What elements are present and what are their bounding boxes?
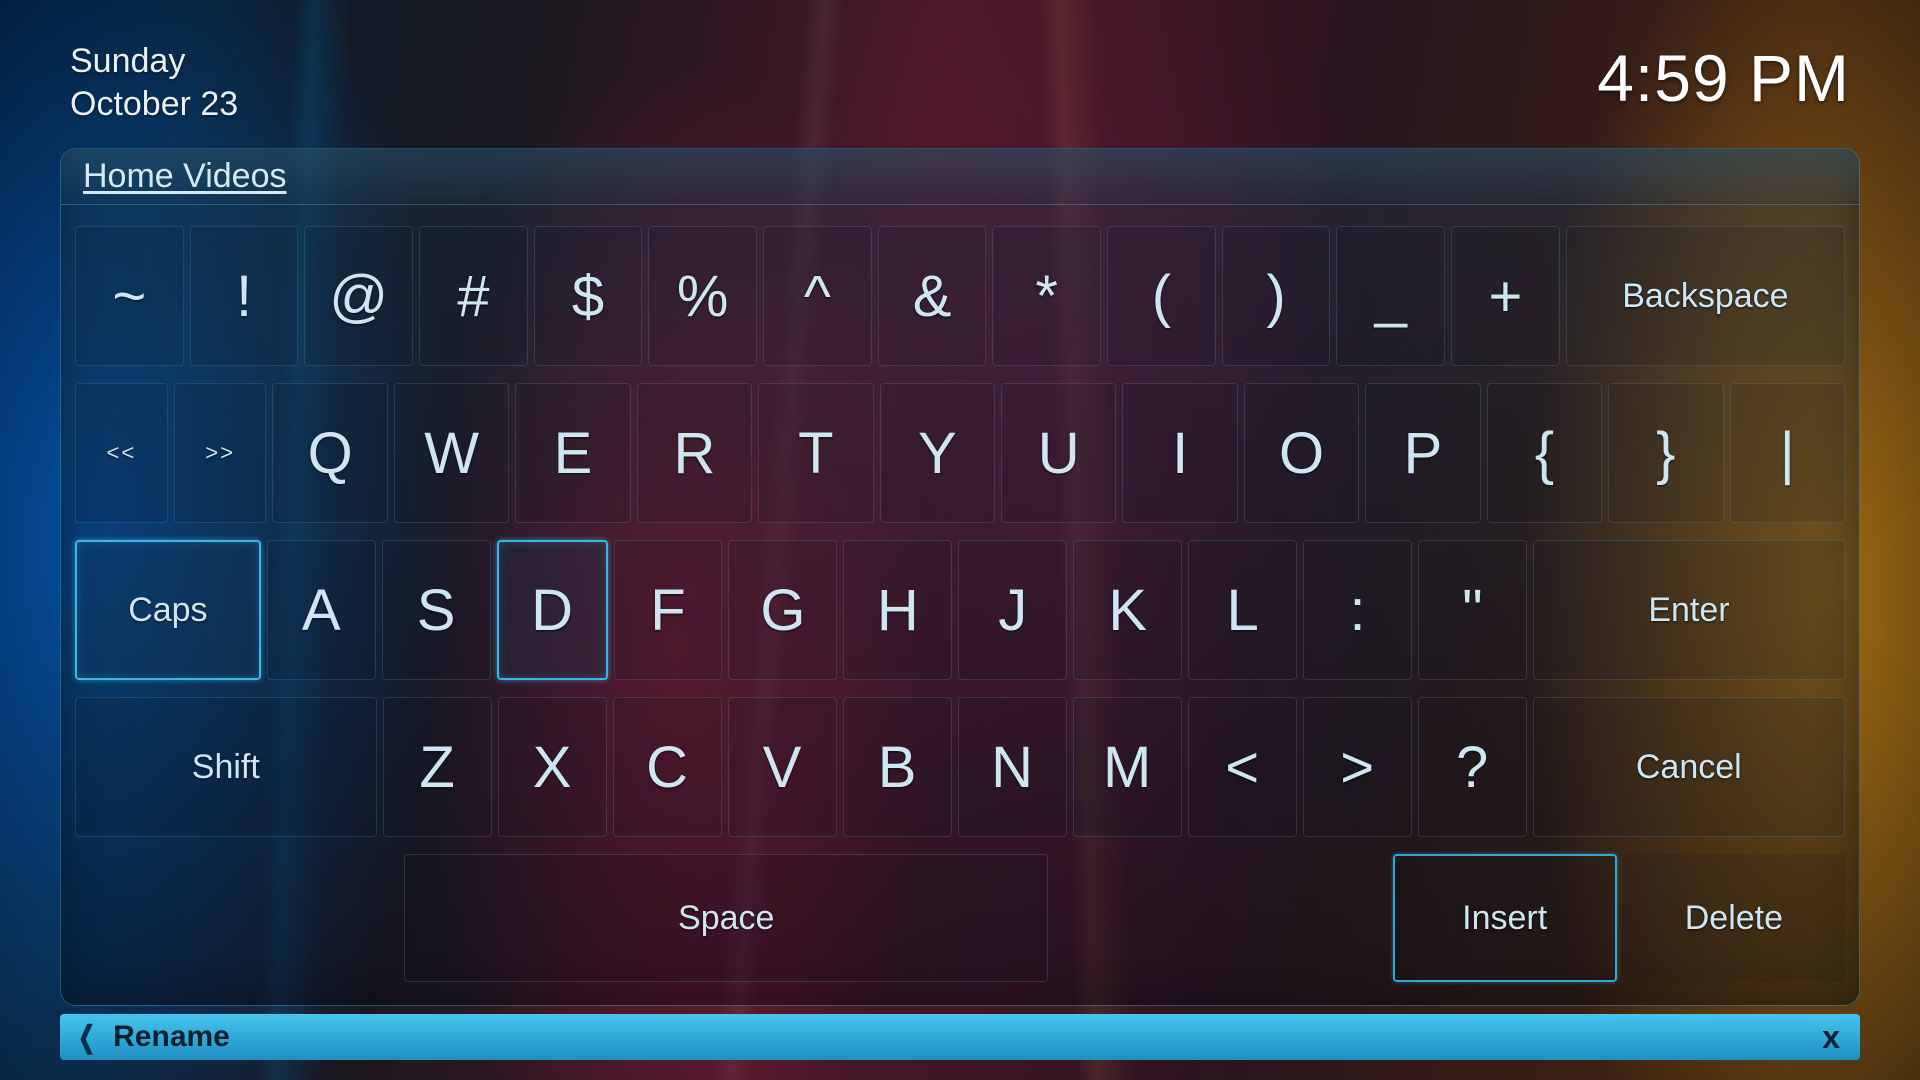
onscreen-keyboard: ~ ! @ # $ % ^ & * ( ) _ + Backspace << >…	[61, 205, 1859, 995]
key-percent[interactable]: %	[648, 226, 757, 366]
key-w[interactable]: W	[394, 383, 509, 523]
key-hash[interactable]: #	[419, 226, 528, 366]
clock-label: 4:59 PM	[1597, 40, 1850, 116]
key-h[interactable]: H	[843, 540, 952, 680]
key-r[interactable]: R	[637, 383, 752, 523]
key-q[interactable]: Q	[272, 383, 387, 523]
key-space[interactable]: Space	[404, 854, 1048, 982]
footer-label: Rename	[113, 1020, 230, 1054]
date-block: Sunday October 23	[70, 40, 238, 125]
close-button[interactable]: x	[1822, 1019, 1840, 1056]
key-y[interactable]: Y	[880, 383, 995, 523]
keyboard-row-5: Space Insert Delete	[75, 854, 1845, 982]
key-lbrace[interactable]: {	[1487, 383, 1602, 523]
text-input-value: Home Videos	[83, 157, 287, 196]
date-label: October 23	[70, 83, 238, 126]
key-star[interactable]: *	[992, 226, 1101, 366]
key-plus[interactable]: +	[1451, 226, 1560, 366]
key-colon[interactable]: :	[1303, 540, 1412, 680]
header: Sunday October 23 4:59 PM	[70, 40, 1850, 125]
footer-back[interactable]: ❮ Rename	[74, 1020, 230, 1055]
key-s[interactable]: S	[382, 540, 491, 680]
key-p[interactable]: P	[1365, 383, 1480, 523]
key-tab-left[interactable]: <<	[75, 383, 168, 523]
key-rbrace[interactable]: }	[1608, 383, 1723, 523]
blank-left	[75, 854, 398, 982]
key-u[interactable]: U	[1001, 383, 1116, 523]
keyboard-row-1: ~ ! @ # $ % ^ & * ( ) _ + Backspace	[75, 226, 1845, 366]
key-caps[interactable]: Caps	[75, 540, 261, 680]
key-pipe[interactable]: |	[1730, 383, 1845, 523]
key-m[interactable]: M	[1073, 697, 1182, 837]
key-i[interactable]: I	[1122, 383, 1237, 523]
key-tab-right[interactable]: >>	[174, 383, 267, 523]
key-g[interactable]: G	[728, 540, 837, 680]
keyboard-panel: Home Videos ~ ! @ # $ % ^ & * ( ) _ + Ba…	[60, 148, 1860, 1006]
key-z[interactable]: Z	[383, 697, 492, 837]
key-question[interactable]: ?	[1418, 697, 1527, 837]
key-caret[interactable]: ^	[763, 226, 872, 366]
weekday-label: Sunday	[70, 40, 238, 83]
key-enter[interactable]: Enter	[1533, 540, 1845, 680]
key-v[interactable]: V	[728, 697, 837, 837]
keyboard-row-2: << >> Q W E R T Y U I O P { } |	[75, 383, 1845, 523]
key-e[interactable]: E	[515, 383, 630, 523]
key-insert[interactable]: Insert	[1393, 854, 1617, 982]
key-f[interactable]: F	[614, 540, 723, 680]
key-amp[interactable]: &	[878, 226, 987, 366]
keyboard-row-3: Caps A S D F G H J K L : " Enter	[75, 540, 1845, 680]
key-c[interactable]: C	[613, 697, 722, 837]
key-rparen[interactable]: )	[1222, 226, 1331, 366]
chevron-left-icon: ❮	[78, 1020, 96, 1055]
key-k[interactable]: K	[1073, 540, 1182, 680]
blank-mid	[1054, 854, 1386, 982]
key-lparen[interactable]: (	[1107, 226, 1216, 366]
key-j[interactable]: J	[958, 540, 1067, 680]
key-underscore[interactable]: _	[1336, 226, 1445, 366]
key-delete[interactable]: Delete	[1623, 854, 1845, 982]
key-gt[interactable]: >	[1303, 697, 1412, 837]
key-x[interactable]: X	[498, 697, 607, 837]
key-exclaim[interactable]: !	[190, 226, 299, 366]
key-t[interactable]: T	[758, 383, 873, 523]
key-b[interactable]: B	[843, 697, 952, 837]
key-backspace[interactable]: Backspace	[1566, 226, 1845, 366]
footer-bar: ❮ Rename x	[60, 1014, 1860, 1060]
key-o[interactable]: O	[1244, 383, 1359, 523]
key-a[interactable]: A	[267, 540, 376, 680]
text-input-bar[interactable]: Home Videos	[61, 149, 1859, 205]
key-cancel[interactable]: Cancel	[1533, 697, 1845, 837]
key-quote[interactable]: "	[1418, 540, 1527, 680]
key-shift[interactable]: Shift	[75, 697, 377, 837]
key-dollar[interactable]: $	[534, 226, 643, 366]
key-d[interactable]: D	[497, 540, 608, 680]
keyboard-row-4: Shift Z X C V B N M < > ? Cancel	[75, 697, 1845, 837]
key-n[interactable]: N	[958, 697, 1067, 837]
key-lt[interactable]: <	[1188, 697, 1297, 837]
key-tilde[interactable]: ~	[75, 226, 184, 366]
key-l[interactable]: L	[1188, 540, 1297, 680]
key-at[interactable]: @	[304, 226, 413, 366]
